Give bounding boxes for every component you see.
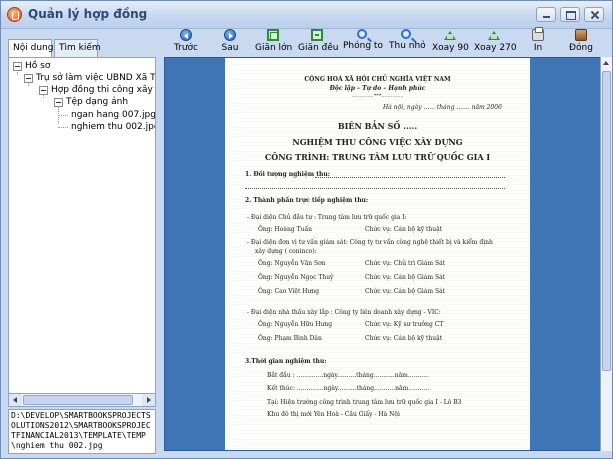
tree-node-level3[interactable]: Tệp dạng ảnh (66, 96, 128, 108)
app-icon (7, 7, 22, 22)
doc-person-name: Ông: Nguyễn Hữu Hưng (258, 321, 333, 328)
scroll-thumb[interactable] (602, 71, 611, 371)
close-window-button[interactable] (584, 7, 604, 22)
previous-button[interactable]: Trước (171, 29, 201, 57)
close-button[interactable]: Đóng (567, 29, 595, 57)
next-button[interactable]: Sau (215, 29, 245, 57)
doc-section-2: 2. Thành phần trực tiếp nghiệm thu: (245, 197, 369, 204)
doc-person-name: Ông: Hoàng Tuấn (258, 226, 312, 233)
scroll-left-icon[interactable] (9, 394, 22, 406)
maximize-button[interactable] (560, 7, 580, 22)
doc-person-role: Chức vụ: Cán bộ Giám Sát (365, 288, 446, 295)
doc-location-2: Khu đô thị mới Yên Hoà - Cầu Giấy - Hà N… (267, 411, 400, 418)
scroll-right-icon[interactable] (142, 394, 155, 406)
doc-motto: Độc lập – Tự do – Hạnh phúc (329, 85, 426, 92)
shrink-button[interactable]: Thu nhỏ (389, 29, 426, 57)
tree-expander-icon[interactable] (54, 98, 63, 107)
fit-button[interactable]: Giãn đều (298, 29, 339, 57)
main-window: Quản lý hợp đồng Nội dung Tìm kiếm Hồ sơ… (0, 0, 613, 459)
doc-person-name: Ông: Phạm Bình Dân (258, 335, 322, 342)
scroll-up-icon[interactable] (601, 57, 612, 69)
doc-owner-label: - Đại diện Chủ đầu tư : Trung tâm lưu tr… (247, 214, 407, 221)
viewer-vertical-scrollbar[interactable] (600, 57, 612, 451)
tree-view: Hồ sơ Trụ sở làm việc UBND Xã Thần Hợp đ… (8, 57, 156, 407)
doc-person-name: Ông: Nguyễn Văn Sơn (258, 260, 326, 267)
magnify-button[interactable]: Phóng to (343, 29, 383, 57)
tree-horizontal-scrollbar[interactable] (8, 393, 156, 407)
zoom-in-button[interactable]: Giãn lớn (255, 29, 292, 57)
tree-expander-icon[interactable] (24, 74, 33, 83)
rotate-90-button[interactable]: Xoay 90 (432, 29, 469, 57)
doc-country: CỘNG HOÀ XÃ HỘI CHỦ NGHĨA VIỆT NAM (304, 76, 451, 83)
doc-motto-line: ..............***.............. (351, 93, 404, 99)
close-door-icon (575, 29, 587, 41)
tree-node-file[interactable]: nghiem thu 002.jpg (71, 121, 155, 133)
enlarge-icon (267, 29, 279, 41)
minimize-button[interactable] (536, 7, 556, 22)
printer-icon (532, 27, 544, 41)
doc-section-3: 3.Thời gian nghiệm thu: (245, 358, 327, 365)
doc-person-role: Chức vụ: Chủ trì Giám Sát (365, 260, 446, 267)
rotate-270-button[interactable]: Xoay 270 (474, 29, 517, 57)
shrink-icon (401, 29, 411, 39)
tab-noi-dung[interactable]: Nội dung (8, 39, 53, 58)
doc-date: Hà nội, ngày ...... tháng ....... năm 20… (383, 104, 502, 111)
scanned-document-page: CỘNG HOÀ XÃ HỘI CHỦ NGHĨA VIỆT NAM Độc l… (225, 58, 530, 450)
image-viewer[interactable]: CỘNG HOÀ XÃ HỘI CHỦ NGHĨA VIỆT NAM Độc l… (164, 57, 602, 451)
doc-person-role: Chức vụ: Cán bộ kỹ thuật (365, 226, 443, 233)
magnify-icon (357, 29, 367, 39)
tree-node-root[interactable]: Hồ sơ (25, 60, 50, 72)
doc-subheading: NGHIỆM THU CÔNG VIỆC XÂY DỰNG (292, 137, 463, 147)
doc-location: Tại: Hiện trường công trình trung tâm lư… (267, 399, 462, 406)
previous-icon (180, 29, 192, 41)
doc-person-role: Chức vụ: Kỹ sư trưởng CT (365, 321, 444, 328)
fit-icon (311, 29, 323, 41)
rotate-270-icon (488, 29, 500, 41)
tree-node-file[interactable]: ngan hang 007.jpg (71, 109, 155, 121)
file-path-display: D:\DEVELOP\SMARTBOOKSPROJECTSOLUTIONS201… (8, 409, 156, 454)
tree-node-level1[interactable]: Trụ sở làm việc UBND Xã Thần (36, 72, 155, 84)
title-bar: Quản lý hợp đồng (1, 1, 612, 29)
scroll-thumb[interactable] (23, 395, 133, 405)
tab-tim-kiem[interactable]: Tìm kiếm (54, 39, 101, 57)
doc-end-time: Kết thúc: ..............ngày..........th… (267, 385, 430, 392)
doc-contractor-label: - Đại diện nhà thầu xây lắp : Công ty li… (247, 309, 441, 316)
doc-person-name: Ông: Nguyễn Ngọc Thuỷ (258, 274, 334, 281)
doc-person-role: Chức vụ: Cán bộ Giám Sát (365, 274, 446, 281)
doc-start-time: Bắt đầu : ..............ngày..........th… (267, 372, 429, 379)
tree-expander-icon[interactable] (13, 62, 22, 71)
doc-consult-label: - Đại diện đơn vị tư vấn giám sát: Công … (247, 239, 493, 246)
doc-project: CÔNG TRÌNH: TRUNG TÂM LƯU TRỮ QUỐC GIA I (264, 152, 491, 162)
tree-node-level2[interactable]: Hợp đồng thi công xây dựn (51, 84, 155, 96)
rotate-90-icon (444, 29, 456, 41)
doc-person-role: Chức vụ: Cán bộ kỹ thuật (365, 335, 443, 342)
next-icon (224, 29, 236, 41)
print-button[interactable]: In (528, 27, 548, 57)
doc-consult-label2: xây dựng ( coninco): (255, 248, 317, 255)
window-title: Quản lý hợp đồng (28, 7, 148, 21)
tree-expander-icon[interactable] (39, 86, 48, 95)
doc-person-name: Ông: Cao Việt Hưng (258, 288, 320, 295)
doc-heading: BIÊN BẢN SỐ ..... (337, 121, 418, 131)
